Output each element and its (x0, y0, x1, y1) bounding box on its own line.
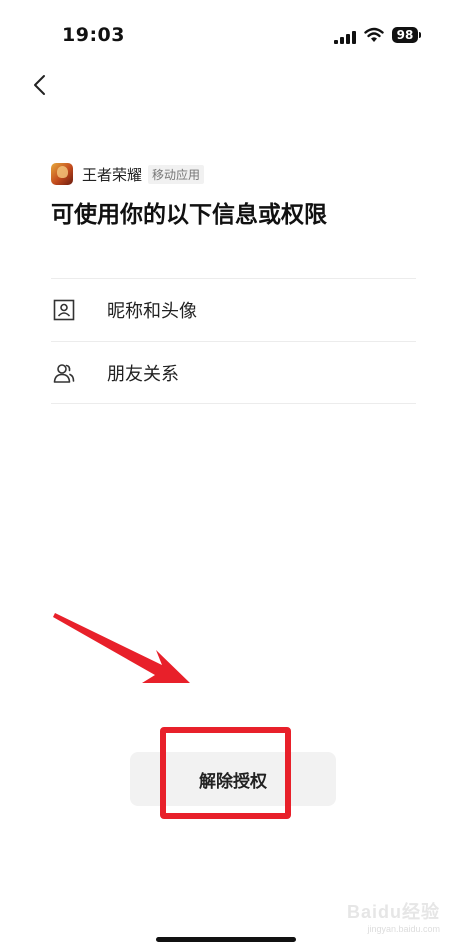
app-logo-icon (51, 163, 73, 185)
app-name: 王者荣耀 (82, 165, 143, 184)
app-info: 王者荣耀 移动应用 (51, 162, 205, 186)
red-arrow-annotation (53, 613, 190, 683)
watermark-logo: Baidu经验 (346, 902, 440, 922)
battery-icon: 98 (392, 27, 422, 43)
permission-label: 昵称和头像 (107, 301, 197, 322)
divider (51, 403, 416, 404)
wifi-icon (364, 27, 384, 42)
status-bar: 19:03 98 (0, 0, 451, 70)
permission-item-nickname-avatar: 昵称和头像 (51, 279, 416, 341)
home-indicator[interactable] (156, 937, 296, 942)
page-title: 可使用你的以下信息或权限 (51, 202, 327, 228)
cellular-signal-icon (334, 31, 356, 44)
back-arrow-icon[interactable] (30, 72, 52, 98)
app-type-tag: 移动应用 (148, 164, 205, 184)
status-time: 19:03 (62, 24, 125, 46)
watermark-url: jingyan.baidu.com (367, 924, 440, 934)
battery-level: 98 (392, 27, 418, 43)
profile-card-icon (53, 299, 75, 321)
permission-item-friends: 朋友关系 (51, 342, 416, 404)
permission-label: 朋友关系 (107, 364, 179, 385)
friends-icon (53, 364, 75, 383)
highlight-box-annotation (160, 727, 291, 819)
watermark: Baidu经验 jingyan.baidu.com (340, 898, 440, 938)
